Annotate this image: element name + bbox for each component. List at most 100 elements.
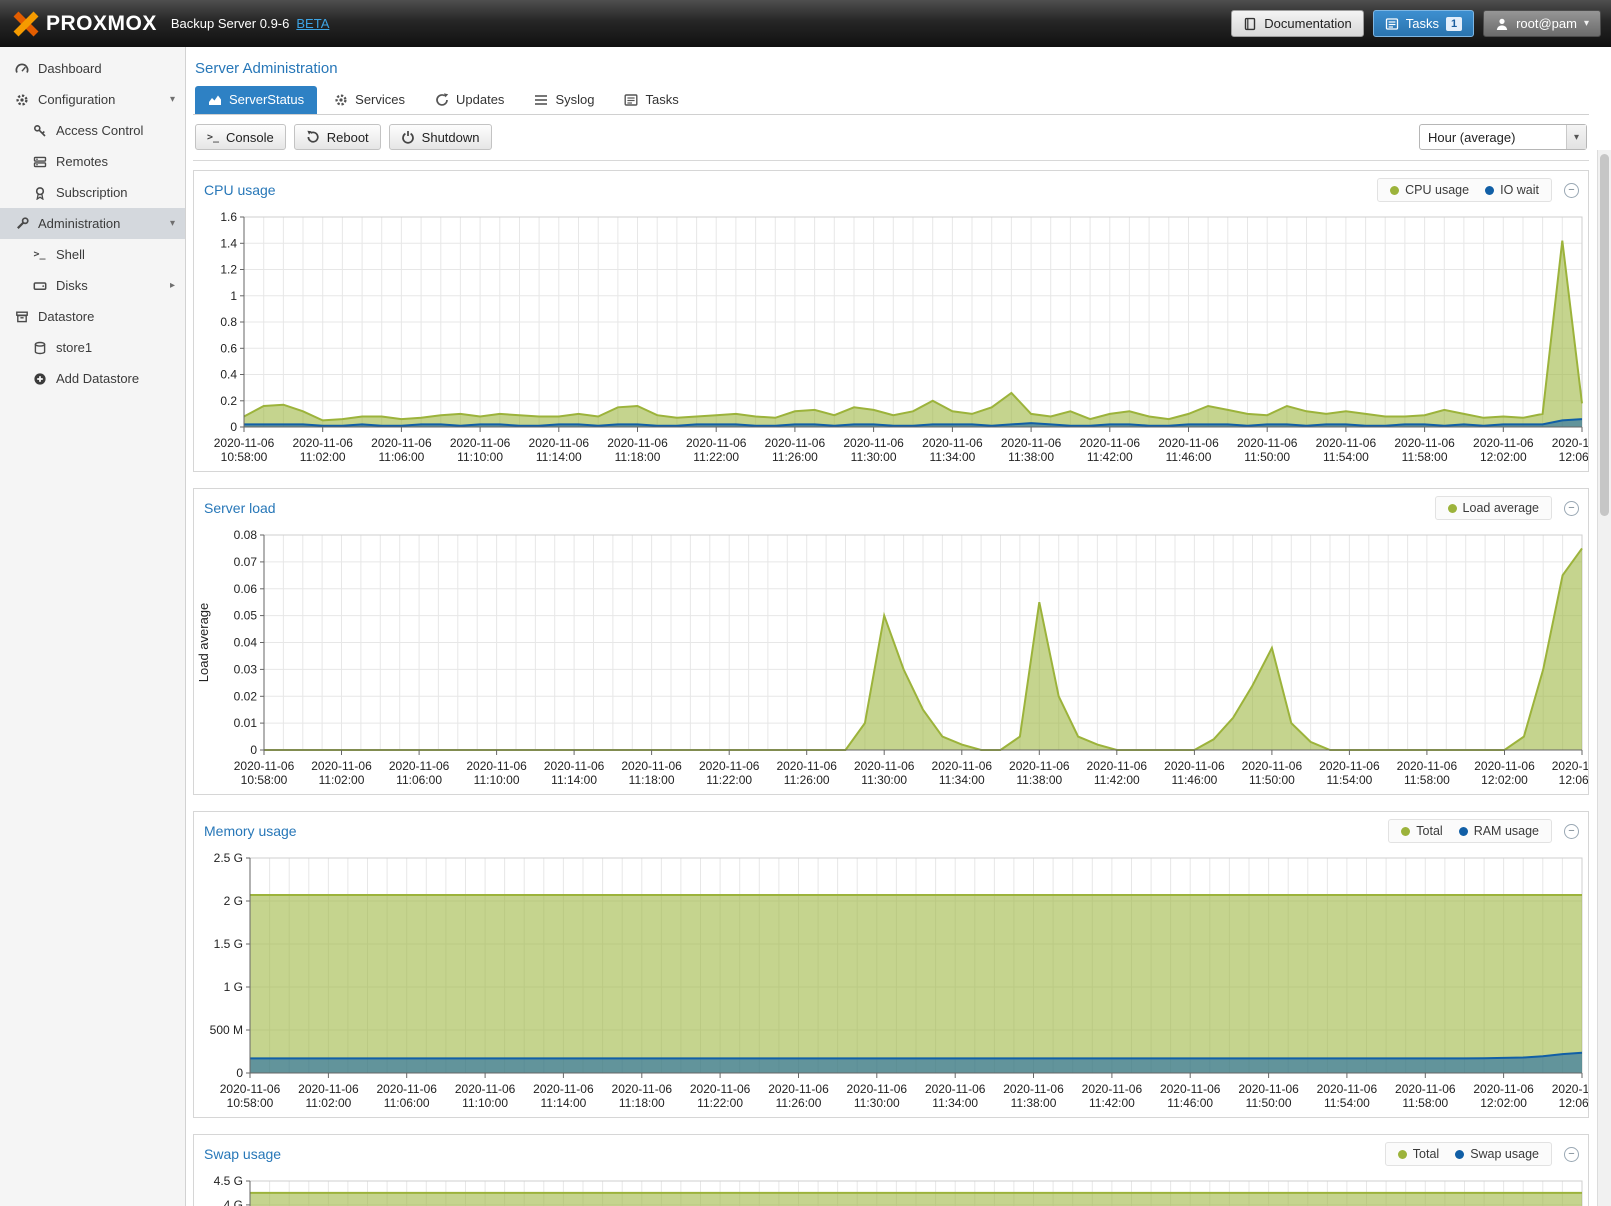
vertical-scrollbar[interactable] [1597,150,1611,1206]
tab-label: Updates [456,92,504,107]
svg-text:11:06:00: 11:06:00 [396,773,442,787]
svg-text:2020-11-06: 2020-11-06 [1164,759,1225,773]
svg-text:11:02:00: 11:02:00 [305,1096,351,1110]
tab-syslog[interactable]: Syslog [521,86,607,114]
tab-bar: ServerStatus Services Updates Syslog Tas… [193,86,1589,115]
panel-title: Memory usage [204,823,297,839]
book-icon [1243,17,1257,31]
svg-text:2020-11-06: 2020-11-06 [932,759,993,773]
legend-item[interactable]: IO wait [1485,183,1539,197]
sidebar-item-store1[interactable]: store1 [0,332,185,363]
svg-text:2020-11-06: 2020-11-06 [1009,759,1070,773]
gear-icon [13,93,30,107]
svg-text:0.2: 0.2 [220,394,237,408]
collapse-panel-icon[interactable]: − [1564,824,1579,839]
legend-label: IO wait [1500,183,1539,197]
tab-services[interactable]: Services [321,86,418,114]
user-menu-button[interactable]: root@pam ▾ [1483,10,1601,37]
user-icon [1495,17,1509,31]
legend-label: Total [1416,824,1442,838]
svg-text:11:22:00: 11:22:00 [697,1096,743,1110]
collapse-panel-icon[interactable]: − [1564,183,1579,198]
svg-text:2020-11-06: 2020-11-06 [1082,1082,1143,1096]
sidebar-item-remotes[interactable]: Remotes [0,146,185,177]
svg-text:2020-11-06: 2020-11-06 [1001,436,1062,450]
svg-text:11:58:00: 11:58:00 [1402,450,1448,464]
svg-text:0.06: 0.06 [234,582,258,596]
tab-updates[interactable]: Updates [422,86,517,114]
documentation-button[interactable]: Documentation [1231,10,1363,37]
svg-text:2020-11-06: 2020-11-06 [607,436,668,450]
svg-text:2020-11-06: 2020-11-06 [1316,436,1377,450]
svg-text:11:46:00: 11:46:00 [1166,450,1212,464]
collapse-panel-icon[interactable]: − [1564,1147,1579,1162]
legend-item[interactable]: Total [1398,1147,1439,1161]
console-label: Console [226,130,274,145]
svg-text:2020-11-06: 2020-11-06 [1395,1082,1456,1096]
tasks-button[interactable]: Tasks 1 [1373,10,1474,37]
chevron-down-icon: ▾ [170,94,175,105]
svg-text:2020-11-06: 2020-11-06 [1158,436,1219,450]
shutdown-button[interactable]: Shutdown [389,124,492,150]
svg-text:2020-11-06: 2020-11-06 [1397,759,1458,773]
svg-text:2020-11-06: 2020-11-06 [925,1082,986,1096]
scrollbar-thumb[interactable] [1600,154,1609,516]
svg-text:500 M: 500 M [210,1023,243,1037]
svg-text:11:54:00: 11:54:00 [1326,773,1372,787]
legend-item[interactable]: Load average [1448,501,1539,515]
timeframe-value: Hour (average) [1420,130,1566,145]
svg-text:2020-11-06: 2020-11-06 [1238,1082,1299,1096]
chart-legend: Total Swap usage [1385,1142,1552,1166]
legend-item[interactable]: Swap usage [1455,1147,1539,1161]
legend-item[interactable]: Total [1401,824,1442,838]
tasks-icon [1385,17,1399,31]
svg-text:11:02:00: 11:02:00 [300,450,346,464]
sidebar-item-add-datastore[interactable]: Add Datastore [0,363,185,394]
svg-text:11:46:00: 11:46:00 [1171,773,1217,787]
svg-text:11:38:00: 11:38:00 [1008,450,1054,464]
svg-text:11:14:00: 11:14:00 [551,773,597,787]
console-button[interactable]: >_ Console [195,124,286,150]
svg-text:11:34:00: 11:34:00 [939,773,985,787]
legend-item[interactable]: CPU usage [1390,183,1469,197]
sidebar-item-datastore[interactable]: Datastore [0,301,185,332]
beta-link[interactable]: BETA [296,16,329,31]
svg-text:Load average: Load average [196,603,211,683]
legend-label: Swap usage [1470,1147,1539,1161]
collapse-panel-icon[interactable]: − [1564,501,1579,516]
sidebar-item-administration[interactable]: Administration ▾ [0,208,185,239]
tab-serverstatus[interactable]: ServerStatus [195,86,317,114]
svg-text:11:38:00: 11:38:00 [1011,1096,1057,1110]
sidebar-item-label: Administration [38,216,120,231]
legend-label: CPU usage [1405,183,1469,197]
chart-legend: Total RAM usage [1388,819,1552,843]
svg-text:12:06:00: 12:06:00 [1559,1096,1588,1110]
sidebar-item-configuration[interactable]: Configuration ▾ [0,84,185,115]
swap-usage-panel: Swap usage TotalSwap usage − 0500 M1 G1.… [193,1134,1589,1206]
sidebar-item-subscription[interactable]: Subscription [0,177,185,208]
svg-text:2020-11-06: 2020-11-06 [699,759,760,773]
svg-text:2020-11-06: 2020-11-06 [847,1082,908,1096]
svg-text:2020-11-06: 2020-11-06 [768,1082,829,1096]
svg-text:2020-11-06: 2020-11-06 [854,759,915,773]
svg-text:0.08: 0.08 [234,528,258,542]
svg-text:2020-11-06: 2020-11-06 [371,436,432,450]
legend-item[interactable]: RAM usage [1459,824,1539,838]
legend-dot [1398,1150,1407,1159]
reboot-button[interactable]: Reboot [294,124,381,150]
sidebar-item-dashboard[interactable]: Dashboard [0,53,185,84]
svg-text:11:06:00: 11:06:00 [378,450,424,464]
server-icon [31,155,48,169]
svg-text:11:18:00: 11:18:00 [619,1096,665,1110]
sidebar-item-disks[interactable]: Disks ▸ [0,270,185,301]
list-icon [534,93,548,107]
sidebar-item-shell[interactable]: >_ Shell [0,239,185,270]
svg-text:11:06:00: 11:06:00 [384,1096,430,1110]
sidebar-item-access-control[interactable]: Access Control [0,115,185,146]
timeframe-select[interactable]: Hour (average) ▾ [1419,124,1587,150]
svg-text:1.4: 1.4 [220,236,237,250]
svg-text:2020-11-06: 2020-11-06 [234,759,295,773]
svg-text:11:50:00: 11:50:00 [1244,450,1290,464]
svg-text:11:14:00: 11:14:00 [540,1096,586,1110]
tab-tasks[interactable]: Tasks [611,86,691,114]
